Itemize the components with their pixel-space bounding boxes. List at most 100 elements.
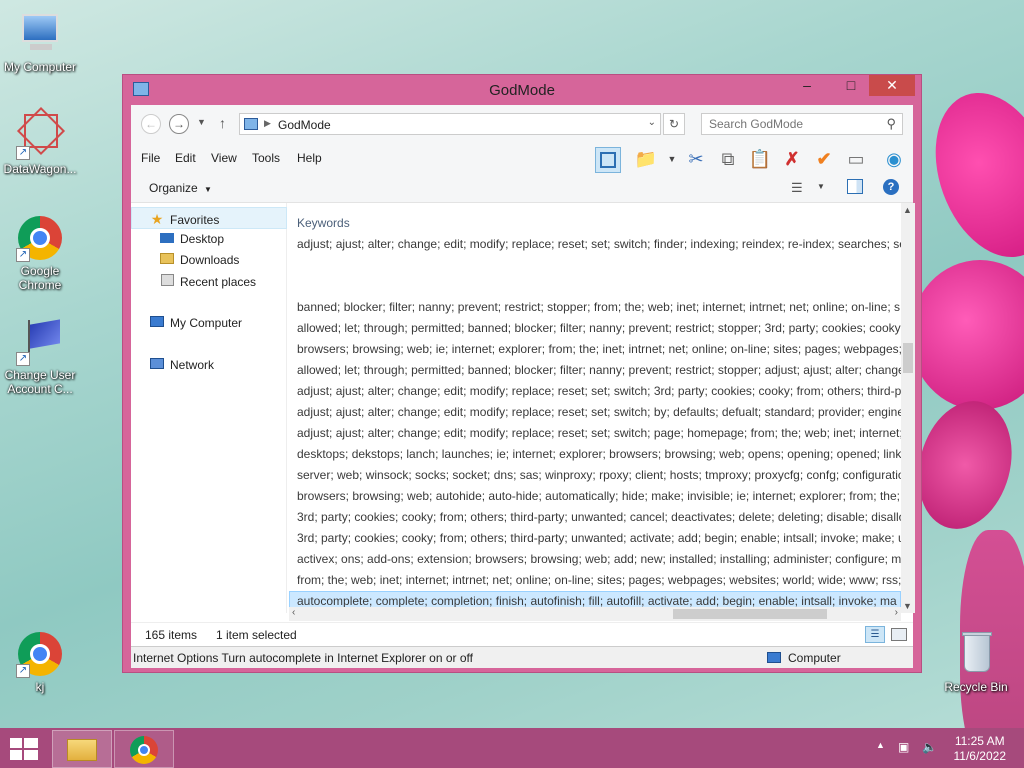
paste-icon[interactable]: 📋 [747,147,773,173]
address-dropdown-chevron-icon[interactable]: ⌄ [648,117,656,128]
cut-icon[interactable]: ✂ [683,147,709,173]
desktop-icon-label: My Computer [3,60,77,74]
scroll-right-icon[interactable]: › [895,607,898,618]
table-row[interactable]: from; the; web; inet; internet; intrnet;… [289,570,901,591]
table-row[interactable] [289,276,901,297]
table-row[interactable] [289,255,901,276]
desktop-icon-label: kj [35,680,45,694]
copy-icon[interactable]: ⧉ [715,147,741,173]
info-text: Internet Options Turn autocomplete in In… [133,651,473,665]
table-row[interactable]: activex; ons; add-ons; extension; browse… [289,549,901,570]
nav-item-my-computer[interactable]: My Computer [149,316,242,330]
organize-button[interactable]: Organize ▼ [149,181,212,195]
horizontal-scrollbar[interactable]: ‹ › [289,607,901,621]
star-icon: ★ [150,211,164,227]
recent-locations-chevron-icon[interactable]: ▼ [197,117,206,127]
properties-icon[interactable]: ▭ [843,147,869,173]
desktop-icon-datawagon[interactable]: ↗ DataWagon... [0,106,80,176]
nav-item-favorites[interactable]: ★ Favorites [149,211,220,228]
vertical-scrollbar[interactable]: ▲ ▼ [901,203,915,613]
nav-item-downloads[interactable]: Downloads [159,253,239,267]
up-arrow-icon[interactable]: ↑ [219,115,226,131]
large-icons-view-icon[interactable] [891,628,907,641]
scroll-up-icon[interactable]: ▲ [903,205,912,215]
search-icon[interactable]: ⚲ [886,116,896,132]
back-button[interactable]: ← [141,114,161,134]
table-row[interactable]: browsers; browsing; web; ie; internet; e… [289,339,901,360]
table-row[interactable]: 3rd; party; cookies; cooky; from; others… [289,507,901,528]
dropdown-chevron-icon[interactable]: ▼ [659,147,685,173]
horizontal-scroll-thumb[interactable] [673,609,827,619]
nav-item-recent-places[interactable]: Recent places [159,274,256,289]
explorer-window: GodMode – □ ✕ ← → ▼ ↑ ▶ GodMode ⌄ ↻ ⚲ Fi… [122,74,922,673]
forward-button[interactable]: → [169,114,189,134]
menu-help[interactable]: Help [297,151,322,165]
network-status-icon[interactable]: ▣ [898,740,909,754]
shortcut-arrow-icon: ↗ [16,248,30,262]
taskbar-chrome[interactable] [114,730,174,768]
chrome-icon: ↗ [16,630,64,678]
network-icon [149,358,165,372]
desktop-icon-recycle-bin[interactable]: Recycle Bin [936,630,1016,694]
details-view-icon[interactable]: ☰ [865,626,885,643]
volume-icon[interactable]: 🔈 [922,740,937,754]
maximize-button[interactable]: □ [837,75,865,96]
nav-item-network[interactable]: Network [149,358,214,372]
scroll-down-icon[interactable]: ▼ [903,601,912,611]
desktop-icon-change-user-account[interactable]: ↗ Change User Account C... [0,318,80,396]
shortcut-arrow-icon: ↗ [16,664,30,678]
show-hidden-icons-icon[interactable]: ▲ [876,740,885,750]
table-row[interactable]: desktops; dekstops; lanch; launches; ie;… [289,444,901,465]
column-header-keywords[interactable]: Keywords [297,216,350,230]
table-row[interactable]: adjust; ajust; alter; change; edit; modi… [289,234,901,255]
search-box[interactable]: ⚲ [701,113,903,135]
table-row[interactable]: server; web; winsock; socks; socket; dns… [289,465,901,486]
address-bar[interactable]: ▶ GodMode ⌄ [239,113,661,135]
desktop-icon-label: Change User Account C... [4,368,76,396]
view-options-icon[interactable]: ☰ [791,180,803,196]
table-row[interactable]: adjust; ajust; alter; change; edit; modi… [289,381,901,402]
table-row[interactable]: adjust; ajust; alter; change; edit; modi… [289,423,901,444]
preview-pane-toggle-icon[interactable] [595,147,621,173]
shortcut-arrow-icon: ↗ [16,146,30,160]
title-bar[interactable]: GodMode – □ ✕ [123,75,921,105]
start-button[interactable] [10,738,38,760]
nav-label: Desktop [180,232,225,246]
view-chevron-icon[interactable]: ▼ [817,182,825,191]
computer-icon [16,10,64,58]
table-row[interactable]: allowed; let; through; permitted; banned… [289,360,901,381]
table-row[interactable]: adjust; ajust; alter; change; edit; modi… [289,402,901,423]
computer-icon [149,316,165,330]
scroll-left-icon[interactable]: ‹ [292,607,295,618]
refresh-button[interactable]: ↻ [663,113,685,135]
delete-icon[interactable]: ✗ [779,147,805,173]
taskbar-file-explorer[interactable] [52,730,112,768]
table-row[interactable]: banned; blocker; filter; nanny; prevent;… [289,297,901,318]
item-count: 165 items [145,628,198,642]
vertical-scroll-thumb[interactable] [903,343,913,373]
minimize-button[interactable]: – [793,75,821,96]
desktop-icon-kj[interactable]: ↗ kj [0,630,80,694]
globe-icon[interactable]: ◉ [881,147,907,173]
table-row[interactable]: browsers; browsing; web; autohide; auto-… [289,486,901,507]
flag-icon: ↗ [16,318,64,366]
clock[interactable]: 11:25 AM 11/6/2022 [954,734,1007,764]
folder-check-icon[interactable]: 📁 [633,147,659,173]
menu-edit[interactable]: Edit [175,151,196,165]
menu-bar: File Edit View Tools Help 📁 ▼ ✂ ⧉ 📋 ✗ ✔ … [131,143,913,173]
close-button[interactable]: ✕ [869,75,915,96]
search-input[interactable] [702,114,872,134]
desktop-icon-my-computer[interactable]: My Computer [0,10,80,74]
menu-tools[interactable]: Tools [252,151,280,165]
clock-time: 11:25 AM [954,734,1005,748]
nav-label: Downloads [180,253,240,267]
menu-file[interactable]: File [141,151,160,165]
checkmark-icon[interactable]: ✔ [811,147,837,173]
preview-pane-icon[interactable] [847,179,863,194]
help-icon[interactable]: ? [883,179,899,195]
nav-item-desktop[interactable]: Desktop [159,232,224,246]
desktop-icon-google-chrome[interactable]: ↗ Google Chrome [0,214,80,292]
table-row[interactable]: 3rd; party; cookies; cooky; from; others… [289,528,901,549]
table-row[interactable]: allowed; let; through; permitted; banned… [289,318,901,339]
menu-view[interactable]: View [211,151,237,165]
